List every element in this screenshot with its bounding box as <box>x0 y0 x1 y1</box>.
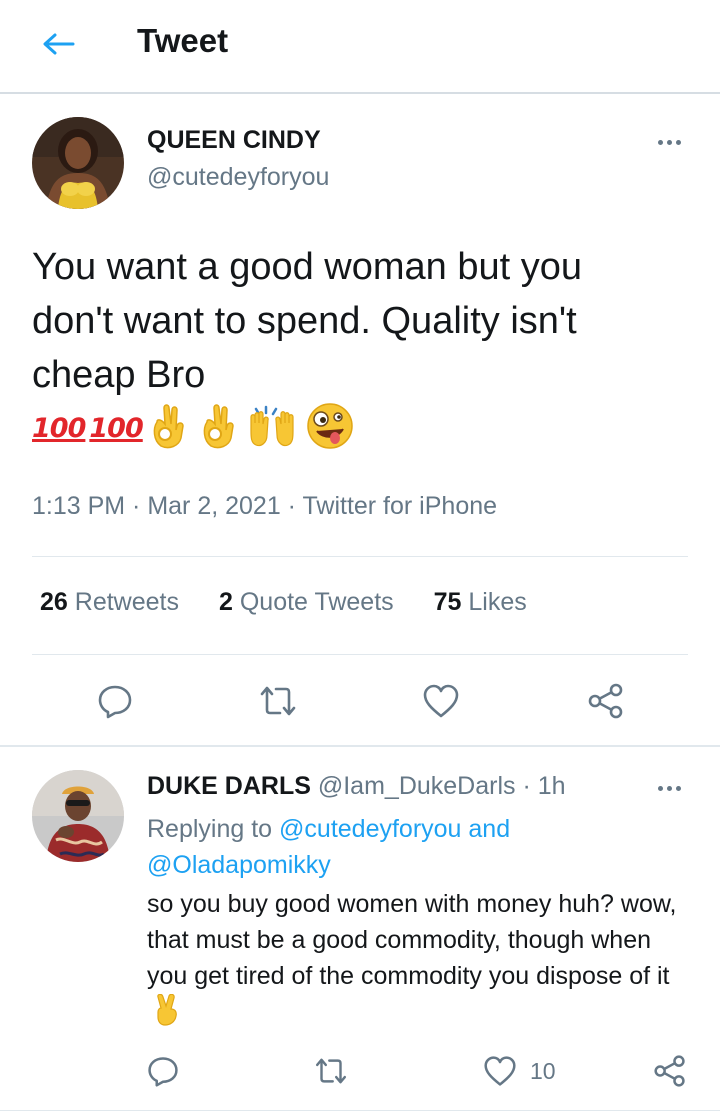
victory-hand-emoji <box>153 993 181 1036</box>
reply-share-button[interactable] <box>652 1054 688 1088</box>
quote-tweets-stat[interactable]: 2 Quote Tweets <box>219 588 394 617</box>
tweet-stats: 26 Retweets 2 Quote Tweets 75 Likes <box>40 588 567 617</box>
author-name[interactable]: QUEEN CINDY <box>147 126 321 155</box>
tweet-text: You want a good woman but you don't want… <box>32 246 582 396</box>
author-handle[interactable]: @cutedeyforyou <box>147 163 329 192</box>
divider <box>32 556 688 557</box>
reply-separator: · <box>522 772 531 800</box>
reply-author-handle[interactable]: @Iam_DukeDarls <box>318 772 516 800</box>
reply-body: so you buy good women with money huh? wo… <box>147 890 677 990</box>
page-title: Tweet <box>137 22 229 59</box>
ok-hand-emoji <box>147 402 189 455</box>
author-avatar[interactable] <box>32 117 124 209</box>
reply-text: so you buy good women with money huh? wo… <box>147 886 687 1036</box>
reply-retweet-button[interactable] <box>312 1054 350 1088</box>
like-button[interactable] <box>421 682 461 720</box>
zany-face-emoji <box>305 401 355 456</box>
more-icon[interactable] <box>651 776 687 800</box>
divider <box>0 1110 720 1111</box>
divider <box>32 654 688 655</box>
like-icon <box>484 1056 516 1086</box>
reply-button[interactable] <box>96 682 134 720</box>
reply-author-name[interactable]: DUKE DARLS <box>147 772 311 800</box>
replying-to-link[interactable]: @cutedeyforyou <box>279 815 461 843</box>
reply-header: DUKE DARLS @Iam_DukeDarls · 1h <box>147 772 566 801</box>
tweet-emoji-row: 100 100 <box>32 402 363 454</box>
hundred-points-emoji: 100 <box>32 412 86 444</box>
reply-author-avatar[interactable] <box>32 770 124 862</box>
reply-reply-button[interactable] <box>146 1054 180 1088</box>
reply-like-button[interactable]: 10 <box>482 1054 556 1088</box>
share-icon <box>588 683 623 719</box>
likes-stat[interactable]: 75 Likes <box>434 588 527 617</box>
like-icon <box>423 684 459 718</box>
top-bar: Tweet <box>0 0 720 92</box>
ok-hand-emoji <box>197 402 239 455</box>
reply-icon <box>148 1057 178 1087</box>
retweet-icon <box>315 1058 347 1084</box>
retweet-icon <box>260 686 296 716</box>
replying-to: Replying to @cutedeyforyou and @Oladapom… <box>147 811 647 883</box>
reply-icon <box>98 685 132 719</box>
reply-time[interactable]: 1h <box>538 772 566 800</box>
header-divider <box>0 92 720 94</box>
raising-hands-emoji <box>247 401 297 456</box>
share-icon <box>654 1055 685 1087</box>
back-arrow-icon <box>43 33 75 55</box>
hundred-points-emoji: 100 <box>89 412 143 444</box>
retweet-button[interactable] <box>256 682 300 720</box>
tweet-metadata[interactable]: 1:13 PM · Mar 2, 2021 · Twitter for iPho… <box>32 492 497 521</box>
back-button[interactable] <box>38 26 78 62</box>
replying-to-and[interactable]: and <box>468 815 510 843</box>
share-button[interactable] <box>586 682 626 720</box>
retweets-stat[interactable]: 26 Retweets <box>40 588 179 617</box>
section-divider <box>0 745 720 747</box>
replying-to-label: Replying to <box>147 815 273 843</box>
replying-to-link[interactable]: @Oladapomikky <box>147 851 331 879</box>
reply-likes-count: 10 <box>530 1057 556 1084</box>
more-icon[interactable] <box>651 130 687 154</box>
